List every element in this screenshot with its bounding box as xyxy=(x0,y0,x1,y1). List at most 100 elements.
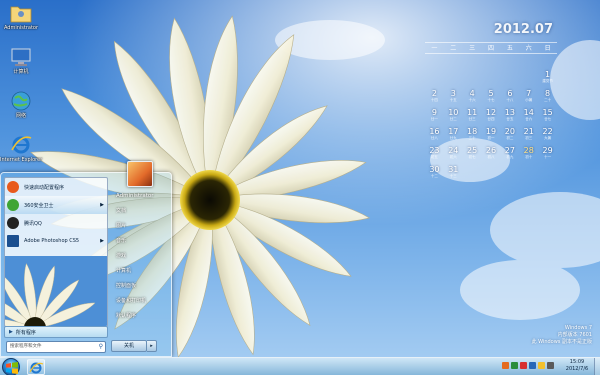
calendar-day[interactable]: 10 廿二 xyxy=(444,108,463,127)
start-menu-link[interactable]: 文档 xyxy=(109,204,171,219)
calendar-day-number: 2 xyxy=(431,89,437,98)
calendar-day[interactable]: 3 十五 xyxy=(444,89,463,108)
calendar-lunar-label: 十七 xyxy=(487,98,495,102)
calendar-day[interactable]: 4 十六 xyxy=(463,89,482,108)
search-placeholder: 搜索程序和文件 xyxy=(10,344,42,349)
start-button[interactable] xyxy=(2,358,20,375)
program-label: Adobe Photoshop CS5 xyxy=(24,238,80,244)
start-menu: 快速启动配置程序 360安全卫士 ▶ 腾讯QQ Adobe Photoshop CS5 ▶… xyxy=(0,161,172,357)
calendar-day[interactable]: 16 廿八 xyxy=(425,127,444,146)
desktop-icon-internet-explorer[interactable]: Internet Explorer xyxy=(0,134,42,163)
calendar-day[interactable]: 20 初二 xyxy=(500,127,519,146)
calendar-lunar-label: 大暑 xyxy=(544,136,552,140)
desktop-icon-computer[interactable]: 计算机 xyxy=(0,46,42,75)
calendar-lunar-label: 十三 xyxy=(449,174,457,178)
pinned-program-item[interactable]: 腾讯QQ xyxy=(5,214,107,232)
calendar-day[interactable]: 22 大暑 xyxy=(538,127,557,146)
calendar-gadget[interactable]: 2012.07 一二三四五六日 1 建党节 2 十四 3 十五 4 十六 5 十七 6 十八 7 小暑 8 二… xyxy=(421,18,561,178)
calendar-day[interactable]: 13 廿五 xyxy=(500,108,519,127)
tray-icon[interactable] xyxy=(520,362,527,369)
all-programs-button[interactable]: ▶ 所有程序 xyxy=(4,326,108,338)
calendar-grid: 1 建党节 2 十四 3 十五 4 十六 5 十七 6 十八 7 小暑 8 二十 9 廿一 10 廿二 11 廿三 12 廿四… xyxy=(425,70,557,184)
calendar-day[interactable]: 18 三十 xyxy=(463,127,482,146)
program-label: 360安全卫士 xyxy=(24,202,54,209)
calendar-day[interactable]: 19 初一 xyxy=(482,127,501,146)
desktop-icon-network[interactable]: 网络 xyxy=(0,90,42,119)
calendar-day[interactable]: 8 二十 xyxy=(538,89,557,108)
calendar-weekday: 六 xyxy=(525,45,532,52)
pinned-program-item[interactable]: 360安全卫士 ▶ xyxy=(5,196,107,214)
start-menu-link[interactable]: 计算机 xyxy=(109,264,171,279)
calendar-day[interactable]: 25 初七 xyxy=(463,146,482,165)
watermark-line: 此 Windows 副本不是正版 xyxy=(531,339,593,345)
pinned-program-item[interactable]: 快速启动配置程序 xyxy=(5,178,107,196)
desktop-icon-administrator[interactable]: Administrator xyxy=(0,2,42,31)
tray-icon[interactable] xyxy=(547,362,554,369)
calendar-day[interactable]: 7 小暑 xyxy=(519,89,538,108)
calendar-day[interactable]: 11 廿三 xyxy=(463,108,482,127)
calendar-day[interactable]: 15 廿七 xyxy=(538,108,557,127)
start-menu-link[interactable]: 音乐 xyxy=(109,234,171,249)
calendar-day-number: 4 xyxy=(469,89,475,98)
calendar-day[interactable]: 9 廿一 xyxy=(425,108,444,127)
shutdown-button[interactable]: 关机 xyxy=(111,340,147,352)
calendar-day[interactable]: 17 廿九 xyxy=(444,127,463,146)
calendar-day-number: 13 xyxy=(504,108,515,117)
tray-icon[interactable] xyxy=(529,362,536,369)
calendar-day[interactable]: 29 十一 xyxy=(538,146,557,165)
calendar-weekday: 一 xyxy=(431,45,438,52)
calendar-day[interactable]: 27 初九 xyxy=(500,146,519,165)
calendar-day-number: 1 xyxy=(545,70,551,79)
network-icon xyxy=(11,91,31,111)
submenu-arrow-icon[interactable]: ▶ xyxy=(100,202,104,208)
user-avatar[interactable] xyxy=(127,161,153,187)
calendar-day-number: 7 xyxy=(526,89,532,98)
tray-icon[interactable] xyxy=(511,362,518,369)
start-menu-link[interactable]: 默认程序 xyxy=(109,309,171,324)
calendar-day[interactable]: 14 廿六 xyxy=(519,108,538,127)
calendar-day-number: 9 xyxy=(431,108,437,117)
submenu-arrow-icon[interactable]: ▶ xyxy=(100,238,104,244)
start-menu-link[interactable]: 图片 xyxy=(109,219,171,234)
calendar-week-row: 16 廿八 17 廿九 18 三十 19 初一 20 初二 21 初三 22 大暑 xyxy=(425,127,557,146)
calendar-day[interactable]: 24 初六 xyxy=(444,146,463,165)
calendar-day[interactable]: 21 初三 xyxy=(519,127,538,146)
calendar-day-number: 14 xyxy=(523,108,534,117)
calendar-day[interactable]: 26 初八 xyxy=(482,146,501,165)
calendar-day[interactable]: 23 初五 xyxy=(425,146,444,165)
calendar-day[interactable]: 1 建党节 xyxy=(538,70,557,89)
calendar-lunar-label: 建党节 xyxy=(542,79,553,83)
start-menu-link[interactable]: Administrator xyxy=(109,189,171,204)
calendar-lunar-label: 初三 xyxy=(525,136,533,140)
watermark-line: 内部版本 7601 xyxy=(557,332,592,338)
show-desktop-button[interactable] xyxy=(594,358,600,375)
calendar-week-row: 9 廿一 10 廿二 11 廿三 12 廿四 13 廿五 14 廿六 15 廿七 xyxy=(425,108,557,127)
calendar-day[interactable]: 2 十四 xyxy=(425,89,444,108)
shield-icon xyxy=(7,199,19,211)
program-label: 腾讯QQ xyxy=(24,220,42,227)
calendar-day-number: 3 xyxy=(450,89,456,98)
calendar-lunar-label: 廿一 xyxy=(430,117,438,121)
start-menu-link[interactable]: 游戏 xyxy=(109,249,171,264)
shutdown-options-button[interactable]: ▸ xyxy=(147,340,157,352)
calendar-day[interactable]: 12 廿四 xyxy=(482,108,501,127)
tray-icon[interactable] xyxy=(538,362,545,369)
pinned-program-item[interactable]: Adobe Photoshop CS5 ▶ xyxy=(5,232,107,250)
calendar-lunar-label: 廿七 xyxy=(544,117,552,121)
taskbar-clock[interactable]: 15:09 2012/7/6 xyxy=(562,359,592,373)
calendar-day[interactable]: 28 初十 xyxy=(519,146,538,165)
taskbar-internet-explorer-button[interactable] xyxy=(27,359,45,375)
start-menu-link[interactable]: 设备和打印机 xyxy=(109,294,171,309)
start-search-input[interactable]: 搜索程序和文件 ⚲ xyxy=(6,341,106,353)
calendar-day[interactable]: 5 十七 xyxy=(482,89,501,108)
start-menu-link[interactable]: 控制面板 xyxy=(109,279,171,294)
calendar-lunar-label: 初六 xyxy=(449,155,457,159)
calendar-day-number: 17 xyxy=(448,127,459,136)
calendar-lunar-label: 十二 xyxy=(430,174,438,178)
calendar-weekday: 五 xyxy=(506,45,513,52)
calendar-day[interactable]: 30 十二 xyxy=(425,165,444,184)
calendar-day[interactable]: 6 十八 xyxy=(500,89,519,108)
tray-icon[interactable] xyxy=(502,362,509,369)
calendar-weekday-header: 一二三四五六日 xyxy=(425,42,557,54)
calendar-day[interactable]: 31 十三 xyxy=(444,165,463,184)
